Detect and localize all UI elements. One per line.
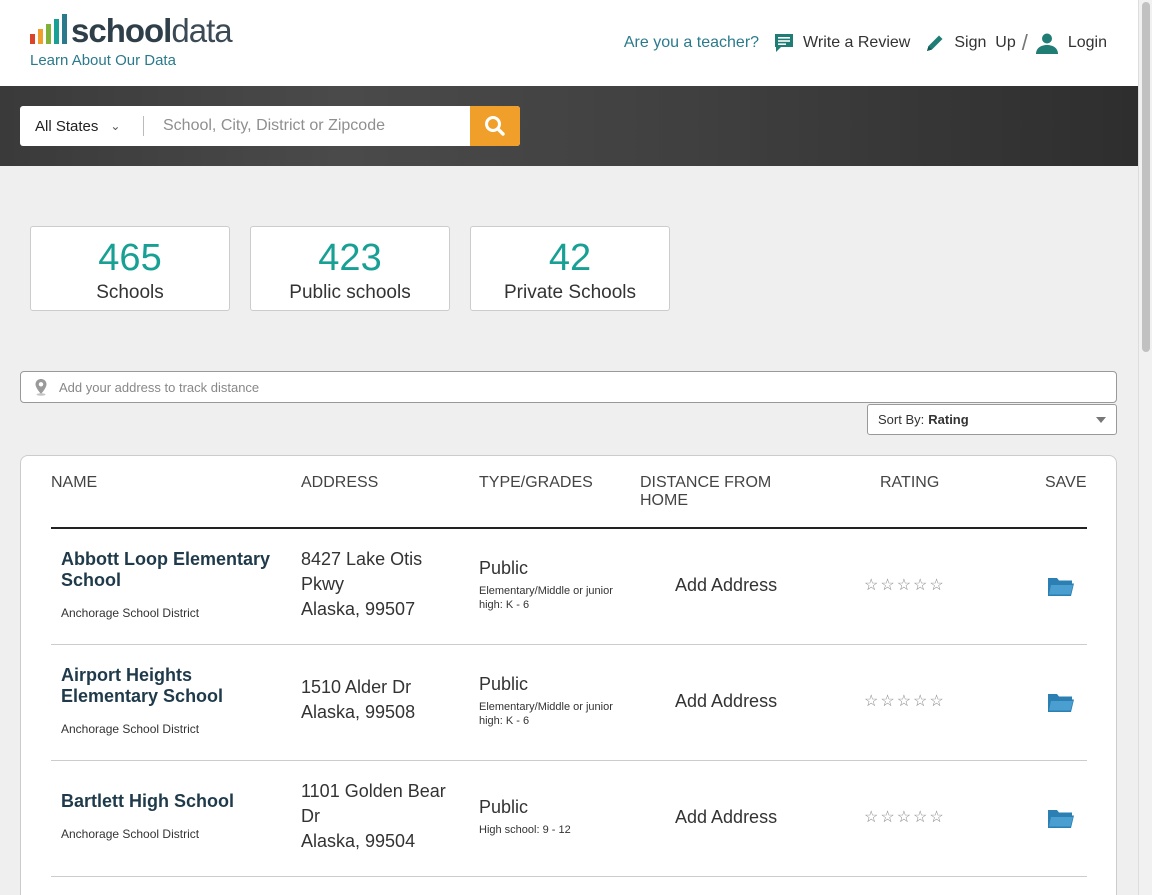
write-review-link[interactable]: Write a Review bbox=[773, 32, 910, 54]
address-line2: Alaska, 99504 bbox=[301, 831, 416, 851]
sort-label: Sort By: bbox=[878, 412, 925, 427]
school-district: Anchorage School District bbox=[61, 827, 200, 841]
teacher-link[interactable]: Are you a teacher? bbox=[624, 34, 759, 52]
school-grades: Elementary/Middle or junior high: K - 6 bbox=[479, 585, 613, 611]
school-grades: Elementary/Middle or junior high: K - 6 bbox=[479, 701, 613, 727]
address-line1: 1510 Alder Dr bbox=[301, 677, 412, 697]
column-header-name[interactable]: NAME bbox=[51, 474, 97, 492]
stat-label: Private Schools bbox=[503, 282, 636, 303]
stat-value: 465 bbox=[98, 237, 162, 279]
rating-stars: ☆☆☆☆☆ bbox=[864, 693, 946, 710]
school-type: Public bbox=[479, 797, 529, 817]
address-input[interactable] bbox=[59, 379, 959, 395]
school-type: Public bbox=[479, 558, 529, 578]
add-address-link[interactable]: Add Address bbox=[675, 691, 777, 712]
column-header-distance: DISTANCE FROM HOME bbox=[640, 474, 771, 510]
column-header-rating[interactable]: RATING bbox=[880, 474, 939, 492]
search-icon bbox=[485, 116, 505, 136]
rating-stars: ☆☆☆☆☆ bbox=[864, 809, 946, 826]
sort-select[interactable]: Sort By: Rating bbox=[867, 404, 1117, 435]
table-row: Bartlett High School Anchorage School Di… bbox=[51, 761, 1087, 877]
stat-private-schools: 42 Private Schools bbox=[470, 226, 670, 311]
school-address: 1510 Alder Dr Alaska, 99508 bbox=[301, 675, 461, 725]
school-grades: High school: 9 - 12 bbox=[479, 824, 571, 836]
add-address-link[interactable]: Add Address bbox=[675, 807, 777, 828]
page-scrollbar[interactable] bbox=[1138, 0, 1152, 895]
search-button[interactable] bbox=[470, 106, 520, 146]
column-header-distance-line1: DISTANCE FROM bbox=[640, 474, 772, 491]
folder-icon[interactable] bbox=[1047, 807, 1075, 829]
school-name-link[interactable]: Abbott Loop Elementary School bbox=[61, 549, 281, 591]
school-district: Anchorage School District bbox=[61, 722, 200, 736]
sign-up-link[interactable]: Sign Up bbox=[924, 32, 1016, 54]
address-line1: 8427 Lake Otis Pkwy bbox=[301, 549, 423, 594]
search-input[interactable] bbox=[144, 106, 470, 146]
column-header-distance-line2: HOME bbox=[640, 492, 688, 509]
rating-stars: ☆☆☆☆☆ bbox=[864, 577, 946, 594]
folder-icon[interactable] bbox=[1047, 691, 1075, 713]
stat-value: 423 bbox=[318, 237, 382, 279]
stat-total-schools: 465 Schools bbox=[30, 226, 230, 311]
address-tracker bbox=[20, 371, 1117, 403]
address-line1: 1101 Golden Bear Dr bbox=[301, 781, 446, 826]
logo-text: schooldata bbox=[71, 12, 233, 49]
school-address: 8427 Lake Otis Pkwy Alaska, 99507 bbox=[301, 547, 461, 622]
login-link[interactable]: Login bbox=[1034, 32, 1107, 54]
stat-value: 42 bbox=[548, 237, 592, 279]
site-header: schooldata Learn About Our Data Are you … bbox=[0, 0, 1138, 86]
sort-value: Rating bbox=[928, 412, 969, 427]
write-review-label: Write a Review bbox=[803, 34, 911, 51]
map-pin-icon bbox=[35, 379, 47, 396]
schools-table: NAME ADDRESS TYPE/GRADES DISTANCE FROM H… bbox=[20, 455, 1117, 895]
column-header-save: SAVE bbox=[1045, 474, 1087, 491]
folder-icon[interactable] bbox=[1047, 575, 1075, 597]
school-name-link[interactable]: Bartlett High School bbox=[61, 791, 281, 812]
stat-public-schools: 423 Public schools bbox=[250, 226, 450, 311]
site-logo[interactable]: schooldata bbox=[30, 12, 233, 49]
school-name-link[interactable]: Airport Heights Elementary School bbox=[61, 665, 281, 707]
stat-label: Public schools bbox=[289, 282, 411, 303]
user-icon bbox=[1035, 33, 1058, 54]
login-label: Login bbox=[1067, 34, 1107, 51]
stat-label: Schools bbox=[96, 282, 164, 303]
review-bubble-icon bbox=[775, 34, 794, 52]
scrollbar-thumb[interactable] bbox=[1142, 2, 1150, 352]
column-header-type: TYPE/GRADES bbox=[479, 474, 593, 491]
logo-bars-icon bbox=[30, 14, 67, 48]
address-line2: Alaska, 99508 bbox=[301, 702, 416, 722]
table-row: Abbott Loop Elementary School Anchorage … bbox=[51, 529, 1087, 645]
state-select[interactable]: All States ⌄ bbox=[20, 116, 144, 136]
table-row: Airport Heights Elementary School Anchor… bbox=[51, 645, 1087, 761]
school-district: Anchorage School District bbox=[61, 606, 200, 620]
pencil-icon bbox=[927, 35, 943, 51]
state-select-value: All States bbox=[35, 117, 99, 135]
school-address: 1101 Golden Bear Dr Alaska, 99504 bbox=[301, 779, 461, 854]
search-banner: All States ⌄ bbox=[0, 86, 1138, 166]
caret-down-icon bbox=[1096, 417, 1106, 423]
learn-about-data-link[interactable]: Learn About Our Data bbox=[30, 52, 176, 69]
search-bar: All States ⌄ bbox=[20, 106, 520, 146]
nav-separator: / bbox=[1021, 30, 1028, 55]
school-type: Public bbox=[479, 674, 529, 694]
chevron-down-icon: ⌄ bbox=[110, 119, 121, 133]
top-nav: Are you a teacher? Write a Review Sign U… bbox=[624, 30, 1107, 56]
address-line2: Alaska, 99507 bbox=[301, 599, 416, 619]
sign-up-label: Sign Up bbox=[954, 34, 1016, 51]
add-address-link[interactable]: Add Address bbox=[675, 575, 777, 596]
column-header-address: ADDRESS bbox=[301, 474, 379, 491]
